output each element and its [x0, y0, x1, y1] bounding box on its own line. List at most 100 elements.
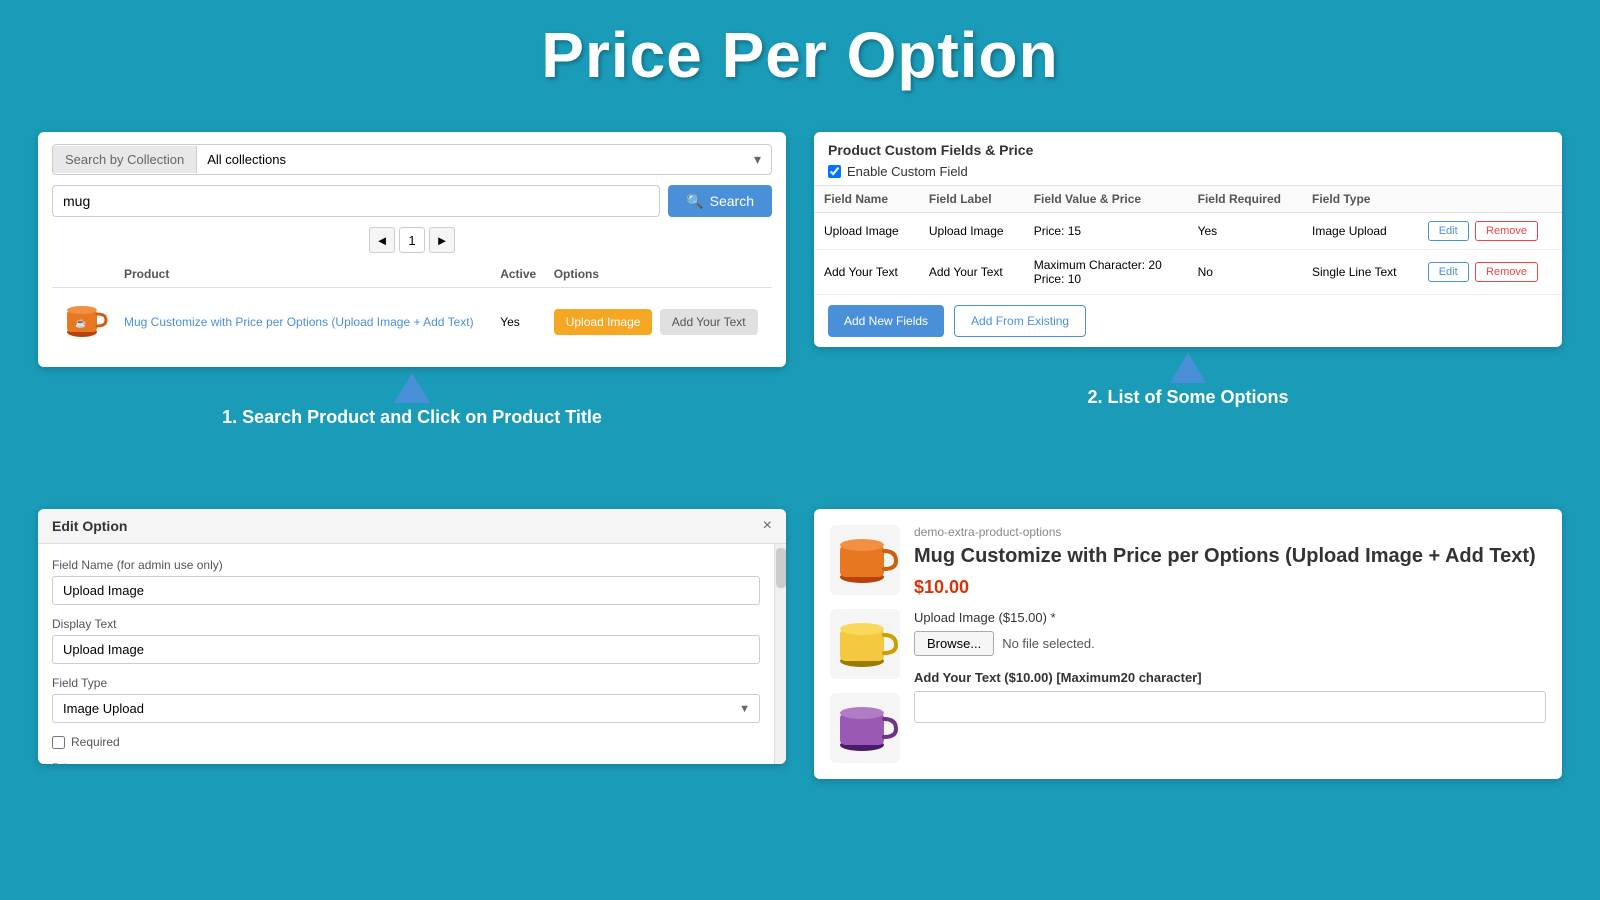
- field-actions-2: Edit Remove: [1418, 250, 1562, 295]
- fields-table: Field Name Field Label Field Value & Pri…: [814, 186, 1562, 295]
- display-text-label: Display Text: [52, 617, 760, 631]
- page-title: Price Per Option: [0, 18, 1600, 92]
- table-header-row: Product Active Options: [52, 261, 772, 288]
- p4-mugs: [830, 525, 900, 763]
- required-checkbox[interactable]: [52, 736, 65, 749]
- field-label-1: Upload Image: [919, 213, 1024, 250]
- add-text-bold: 20: [1121, 670, 1135, 685]
- product-table: Product Active Options: [52, 261, 772, 355]
- field-value-price-1: Price: 15: [1024, 213, 1188, 250]
- p3-scrollbar-thumb[interactable]: [776, 548, 786, 588]
- mug-purple-image: [830, 693, 900, 763]
- next-page-button[interactable]: ►: [429, 227, 455, 253]
- browse-button[interactable]: Browse...: [914, 631, 994, 656]
- collection-select[interactable]: All collections: [197, 146, 744, 173]
- field-type-label: Field Type: [52, 676, 760, 690]
- field-name-label: Field Name (for admin use only): [52, 558, 760, 572]
- col-options: Options: [546, 261, 772, 288]
- close-button[interactable]: ×: [763, 517, 772, 535]
- p3-titlebar: Edit Option ×: [38, 509, 786, 544]
- p3-scroll: Field Name (for admin use only) Display …: [38, 544, 786, 764]
- display-text-input[interactable]: [52, 635, 760, 664]
- p4-product-title: Mug Customize with Price per Options (Up…: [914, 543, 1546, 569]
- p2-footer: Add New Fields Add From Existing: [814, 295, 1562, 347]
- p1-content: Search by Collection All collections ▾ 🔍…: [38, 132, 786, 367]
- product-title-link[interactable]: Mug Customize with Price per Options (Up…: [124, 315, 474, 329]
- enable-custom-field-label: Enable Custom Field: [847, 164, 968, 179]
- enable-custom-field-row: Enable Custom Field: [828, 164, 1548, 179]
- panel3-wrapper: Edit Option × Field Name (for admin use …: [24, 499, 800, 876]
- fields-header-row: Field Name Field Label Field Value & Pri…: [814, 186, 1562, 213]
- price-group: Price ⊞: [52, 761, 760, 764]
- search-button[interactable]: 🔍 Search: [668, 185, 772, 217]
- p4-price: $10.00: [914, 577, 1546, 598]
- field-type-1: Image Upload: [1302, 213, 1418, 250]
- remove-field-2-button[interactable]: Remove: [1475, 262, 1538, 282]
- field-name-2: Add Your Text: [814, 250, 919, 295]
- remove-field-1-button[interactable]: Remove: [1475, 221, 1538, 241]
- p4-browse-row: Browse... No file selected.: [914, 631, 1546, 656]
- col-product-name: Product: [116, 261, 492, 288]
- required-group: Required: [52, 735, 760, 749]
- search-by-collection-label: Search by Collection: [53, 146, 197, 173]
- field-type-select[interactable]: Image Upload: [52, 694, 760, 723]
- add-text-suffix: character]: [1135, 670, 1201, 685]
- col-field-required: Field Required: [1188, 186, 1302, 213]
- upload-image-button[interactable]: Upload Image: [554, 309, 653, 335]
- col-field-value-price: Field Value & Price: [1024, 186, 1188, 213]
- field-name-group: Field Name (for admin use only): [52, 558, 760, 605]
- product-thumbnail: ☕: [60, 296, 108, 344]
- panel2-annotation: 2. List of Some Options: [1087, 353, 1288, 408]
- field-name-input[interactable]: [52, 576, 760, 605]
- field-max-char-2: Maximum Character: 20: [1034, 258, 1178, 272]
- display-text-group: Display Text: [52, 617, 760, 664]
- p4-upload-label: Upload Image ($15.00) *: [914, 610, 1546, 625]
- add-from-existing-button[interactable]: Add From Existing: [954, 305, 1086, 337]
- collection-filter: Search by Collection All collections ▾: [52, 144, 772, 175]
- product-display-panel: demo-extra-product-options Mug Customize…: [814, 509, 1562, 779]
- field-row-1: Upload Image Upload Image Price: 15 Yes …: [814, 213, 1562, 250]
- add-text-button[interactable]: Add Your Text: [660, 309, 758, 335]
- panel1-wrapper: Search by Collection All collections ▾ 🔍…: [24, 122, 800, 499]
- page-number: 1: [399, 227, 425, 253]
- edit-field-1-button[interactable]: Edit: [1428, 221, 1469, 241]
- p2-title: Product Custom Fields & Price: [828, 142, 1548, 158]
- prev-page-button[interactable]: ◄: [369, 227, 395, 253]
- search-input[interactable]: [52, 185, 660, 217]
- col-field-name: Field Name: [814, 186, 919, 213]
- field-name-1: Upload Image: [814, 213, 919, 250]
- col-active: Active: [492, 261, 546, 288]
- svg-text:☕: ☕: [75, 317, 86, 328]
- enable-custom-field-checkbox[interactable]: [828, 165, 841, 178]
- mug-yellow-image: [830, 609, 900, 679]
- custom-fields-panel: Product Custom Fields & Price Enable Cus…: [814, 132, 1562, 347]
- col-product: [52, 261, 116, 288]
- p3-scrollbar[interactable]: [774, 544, 786, 764]
- add-text-textarea[interactable]: [914, 691, 1546, 723]
- add-new-fields-button[interactable]: Add New Fields: [828, 305, 944, 337]
- price-label: Price: [52, 761, 760, 764]
- field-row-2: Add Your Text Add Your Text Maximum Char…: [814, 250, 1562, 295]
- p2-header: Product Custom Fields & Price Enable Cus…: [814, 132, 1562, 186]
- field-label-2: Add Your Text: [919, 250, 1024, 295]
- col-actions: [1418, 186, 1562, 213]
- required-label: Required: [52, 735, 760, 749]
- search-product-panel: Search by Collection All collections ▾ 🔍…: [38, 132, 786, 367]
- mug-orange-image: [830, 525, 900, 595]
- search-icon: 🔍: [686, 193, 703, 210]
- field-value-price-2: Maximum Character: 20 Price: 10: [1024, 250, 1188, 295]
- arrow-up-icon: [394, 373, 430, 403]
- main-grid: Search by Collection All collections ▾ 🔍…: [0, 102, 1600, 892]
- chevron-down-icon: ▾: [744, 145, 771, 174]
- edit-option-panel: Edit Option × Field Name (for admin use …: [38, 509, 786, 764]
- field-type-2: Single Line Text: [1302, 250, 1418, 295]
- page-header: Price Per Option: [0, 0, 1600, 102]
- p4-add-text-label: Add Your Text ($10.00) [Maximum20 charac…: [914, 670, 1546, 685]
- product-active-cell: Yes: [492, 288, 546, 356]
- panel2-wrapper: Product Custom Fields & Price Enable Cus…: [800, 122, 1576, 499]
- search-button-label: Search: [710, 193, 754, 209]
- edit-field-2-button[interactable]: Edit: [1428, 262, 1469, 282]
- arrow-up-icon-2: [1170, 353, 1206, 383]
- panel1-annotation: 1. Search Product and Click on Product T…: [222, 373, 602, 428]
- product-image-cell: ☕: [52, 288, 116, 356]
